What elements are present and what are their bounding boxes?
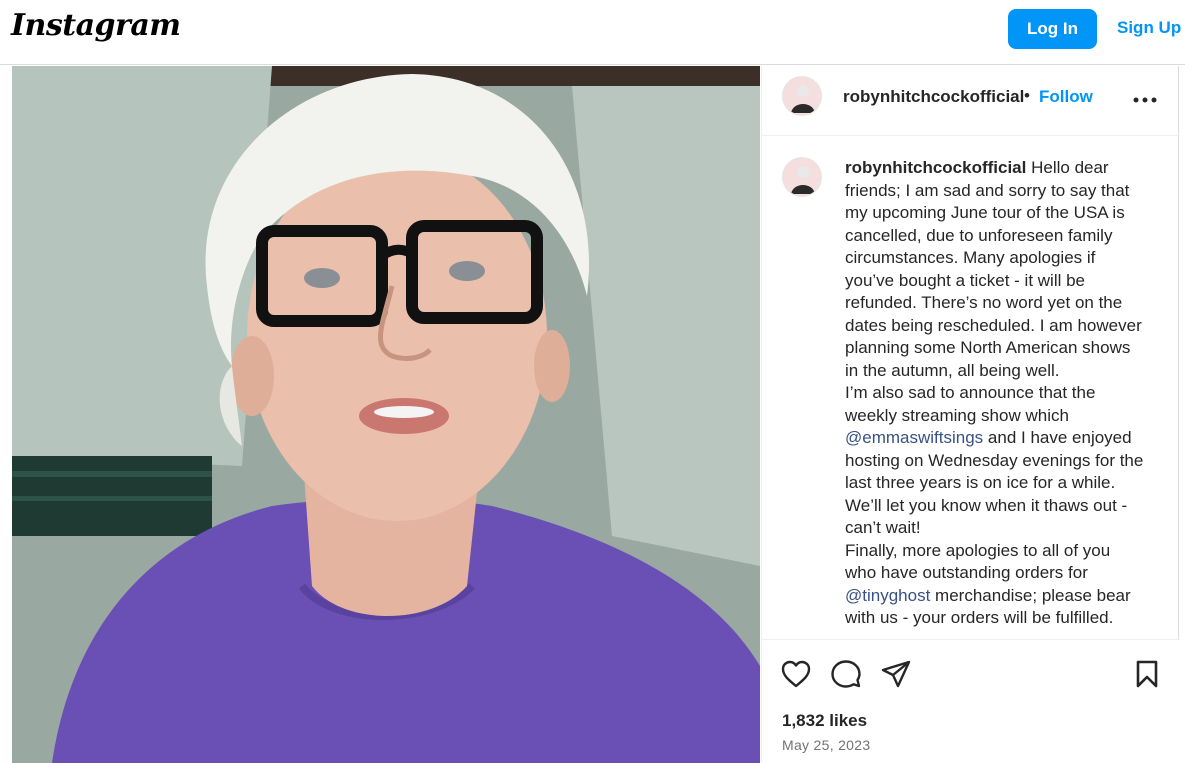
instagram-logo[interactable]: Instagram (11, 8, 181, 43)
avatar[interactable] (782, 157, 822, 197)
share-icon[interactable] (880, 658, 912, 690)
post-details-panel: robynhitchcockofficial • Follow robynhit… (761, 66, 1180, 763)
post-actions: 1,832 likes May 25, 2023 (762, 639, 1180, 763)
more-options-icon[interactable] (1132, 92, 1158, 103)
top-bar: Instagram Log In Sign Up (0, 0, 1185, 65)
bookmark-icon[interactable] (1131, 658, 1163, 690)
mention-link[interactable]: @tinyghost (845, 586, 930, 605)
post-date[interactable]: May 25, 2023 (782, 737, 870, 753)
post-header: robynhitchcockofficial • Follow (762, 66, 1180, 136)
caption-paragraph-3: Finally, more apologies to all of you wh… (845, 540, 1111, 583)
separator-dot: • (1024, 86, 1030, 105)
caption-text: robynhitchcockofficial Hello dear friend… (845, 157, 1145, 630)
post-username[interactable]: robynhitchcockofficial (843, 87, 1024, 107)
caption-paragraph-2: I’m also sad to announce that the weekly… (845, 383, 1096, 425)
mention-link[interactable]: @emmaswiftsings (845, 428, 983, 447)
signup-link[interactable]: Sign Up (1117, 18, 1181, 38)
post-image[interactable] (12, 66, 760, 763)
heart-icon[interactable] (780, 658, 812, 690)
caption-username[interactable]: robynhitchcockofficial (845, 158, 1026, 177)
login-button[interactable]: Log In (1008, 9, 1097, 49)
caption-paragraph-1: Hello dear friends; I am sad and sorry t… (845, 158, 1142, 380)
comment-icon[interactable] (830, 658, 862, 690)
caption-section: robynhitchcockofficial Hello dear friend… (762, 137, 1180, 639)
likes-count[interactable]: 1,832 likes (782, 711, 867, 731)
avatar[interactable] (782, 76, 822, 116)
follow-button[interactable]: Follow (1039, 87, 1093, 107)
